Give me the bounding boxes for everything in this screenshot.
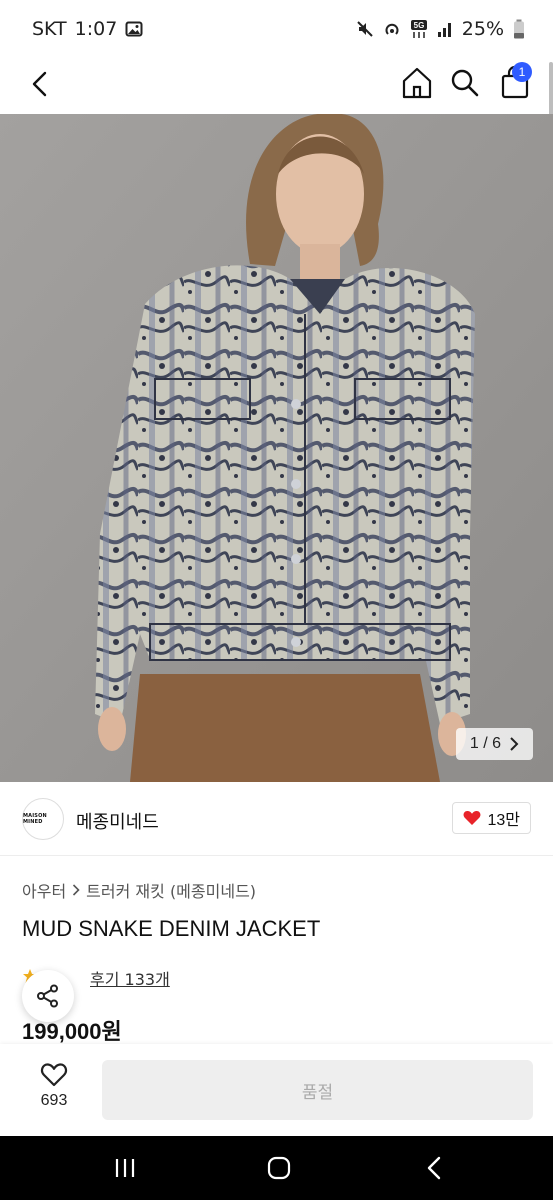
wishlist-button[interactable]: 693 (22, 1062, 86, 1118)
status-right: 5G 25% (356, 18, 525, 40)
product-title: MUD SNAKE DENIM JACKET (22, 916, 321, 941)
image-counter-text: 1 / 6 (469, 735, 501, 752)
image-counter[interactable]: 1 / 6 (455, 728, 533, 760)
top-nav-bar (0, 56, 553, 114)
home-button[interactable] (398, 64, 436, 102)
system-nav-bar (0, 1136, 553, 1200)
brand-like-button[interactable]: 13만 (452, 802, 531, 834)
search-button[interactable] (446, 64, 484, 102)
back-arrow-icon (427, 1156, 441, 1180)
heart-outline-icon (40, 1063, 68, 1087)
battery-icon (513, 19, 525, 39)
recent-apps-button[interactable] (110, 1154, 140, 1182)
brand-row[interactable]: MAISON MINED 메종미네드 13만 (0, 782, 553, 856)
signal-icon (437, 20, 453, 38)
review-link[interactable]: 후기 133개 (90, 966, 170, 990)
share-icon (37, 984, 58, 1008)
wishlist-count: 693 (40, 1092, 68, 1109)
sold-out-button[interactable]: 품절 (102, 1060, 533, 1120)
breadcrumb-item[interactable]: 아우터 (22, 878, 66, 902)
heart-filled-icon (464, 810, 481, 825)
brand-logo[interactable]: MAISON MINED (22, 798, 64, 840)
cart-count-badge: 1 (512, 62, 532, 82)
battery-percent: 25% (461, 18, 504, 40)
bottom-action-bar: 693 품절 (0, 1044, 553, 1136)
model-photo (0, 114, 553, 782)
chevron-left-icon (32, 71, 47, 97)
status-bar: SKT 1:07 5G 25% (0, 0, 553, 56)
home-circle-icon (267, 1156, 291, 1180)
brand-like-count: 13만 (487, 812, 520, 829)
back-button[interactable] (22, 66, 58, 102)
product-image[interactable] (0, 114, 553, 782)
status-left: SKT 1:07 (32, 18, 143, 40)
network-5g-icon: 5G (410, 19, 428, 39)
mute-icon (356, 20, 374, 38)
chevron-right-icon (73, 884, 80, 896)
breadcrumb: 아우터 트러커 재킷 (메종미네드) (22, 878, 256, 902)
svg-text:5G: 5G (413, 21, 424, 30)
gallery-notification-icon (125, 20, 143, 38)
hotspot-icon (383, 20, 401, 38)
search-icon (451, 69, 479, 97)
back-nav-button[interactable] (420, 1154, 450, 1182)
home-nav-button[interactable] (264, 1154, 294, 1182)
carrier-label: SKT (32, 18, 67, 40)
chevron-right-icon (510, 737, 519, 751)
recent-apps-icon (115, 1159, 135, 1177)
brand-name[interactable]: 메종미네드 (76, 808, 159, 834)
time-label: 1:07 (74, 18, 118, 40)
home-icon (402, 67, 432, 99)
price: 199,000원 (22, 1019, 122, 1044)
breadcrumb-item[interactable]: 트러커 재킷 (메종미네드) (86, 878, 256, 902)
